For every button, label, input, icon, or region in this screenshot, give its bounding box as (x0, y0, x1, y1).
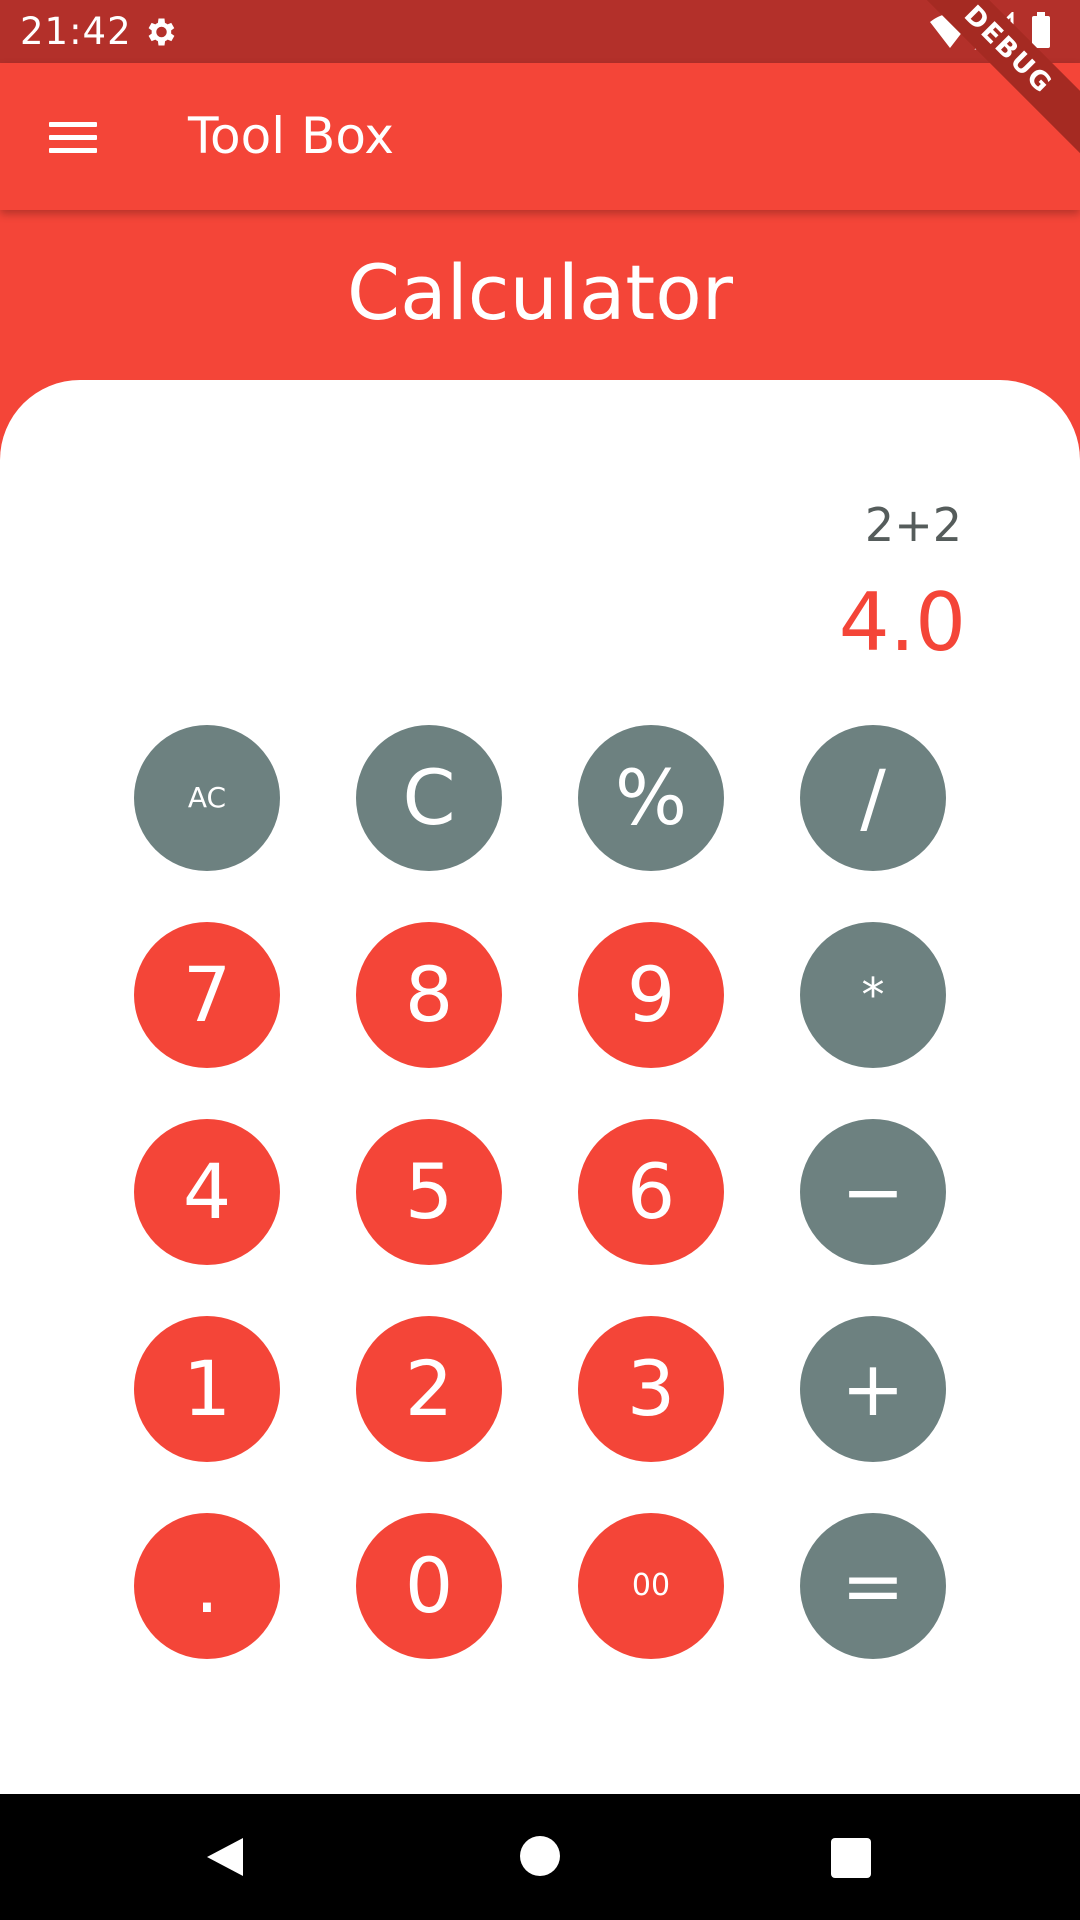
divide-button[interactable]: / (800, 725, 946, 871)
battery-icon (1032, 16, 1050, 48)
add-button[interactable]: + (800, 1316, 946, 1462)
digit-8-button[interactable]: 8 (356, 922, 502, 1068)
digit-6-button[interactable]: 6 (578, 1119, 724, 1265)
result-display: 4.0 (838, 576, 966, 669)
system-nav-bar (0, 1794, 1080, 1920)
digit-9-button[interactable]: 9 (578, 922, 724, 1068)
recents-icon[interactable] (831, 1838, 871, 1878)
all-clear-button[interactable]: AC (134, 725, 280, 871)
digit-4-button[interactable]: 4 (134, 1119, 280, 1265)
clear-button[interactable]: C (356, 725, 502, 871)
digit-5-button[interactable]: 5 (356, 1119, 502, 1265)
page-title: Calculator (347, 248, 733, 337)
subtract-button[interactable]: − (800, 1119, 946, 1265)
home-icon[interactable] (520, 1836, 560, 1876)
digit-1-button[interactable]: 1 (134, 1316, 280, 1462)
back-icon[interactable] (203, 1834, 249, 1880)
decimal-point-button[interactable]: . (134, 1513, 280, 1659)
gear-icon (148, 18, 175, 46)
digit-7-button[interactable]: 7 (134, 922, 280, 1068)
equals-button[interactable]: = (800, 1513, 946, 1659)
percent-button[interactable]: % (578, 725, 724, 871)
digit-2-button[interactable]: 2 (356, 1316, 502, 1462)
app-bar: Tool Box (0, 63, 1080, 210)
app-title: Tool Box (188, 107, 394, 165)
status-bar: 21:42 (0, 0, 1080, 63)
expression-display: 2+2 (864, 498, 962, 552)
multiply-button[interactable]: * (800, 922, 946, 1068)
digit-3-button[interactable]: 3 (578, 1316, 724, 1462)
hamburger-menu-icon[interactable] (34, 103, 112, 171)
double-zero-button[interactable]: 00 (578, 1513, 724, 1659)
digit-0-button[interactable]: 0 (356, 1513, 502, 1659)
status-time: 21:42 (20, 10, 132, 53)
